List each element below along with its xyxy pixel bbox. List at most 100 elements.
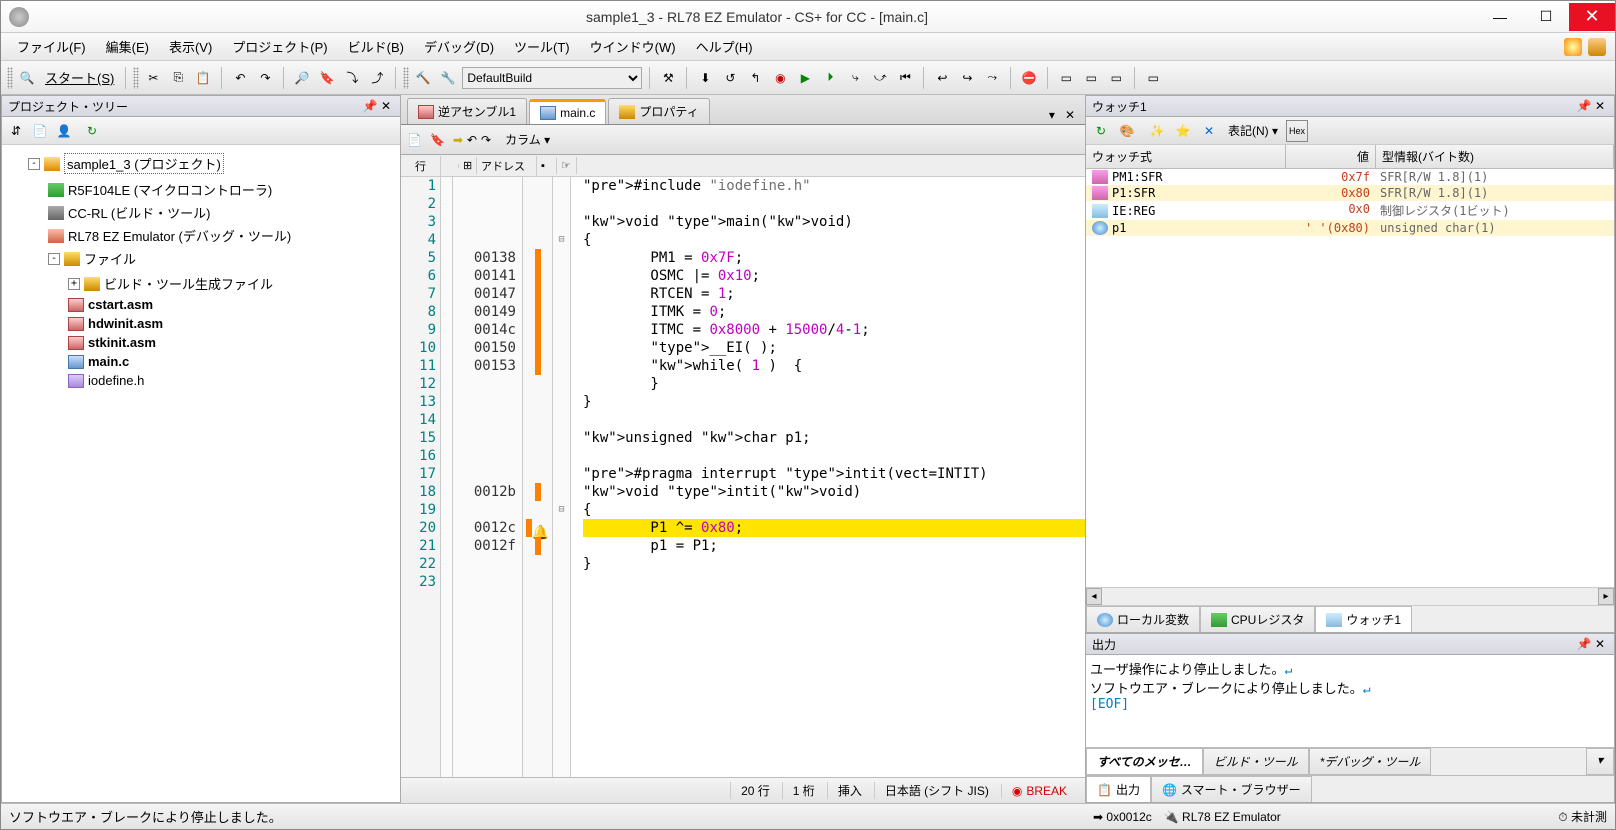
cut-icon[interactable]: ✂ [142, 67, 164, 89]
find-icon[interactable]: 🔎 [291, 67, 313, 89]
step-over2-icon[interactable]: ⤳ [981, 67, 1003, 89]
col-pointer-icon[interactable]: ☞ [557, 157, 577, 174]
tab-watch1[interactable]: ウォッチ1 [1315, 606, 1412, 632]
cpu-reset-icon[interactable]: ↺ [719, 67, 741, 89]
close-button[interactable]: ✕ [1569, 3, 1615, 31]
tab-mainc[interactable]: main.c [529, 99, 606, 124]
menu-edit[interactable]: 編集(E) [96, 33, 159, 60]
menu-window[interactable]: ウインドウ(W) [580, 33, 686, 60]
col-marker-icon[interactable]: ▪ [537, 158, 557, 174]
window3-icon[interactable]: ▭ [1105, 67, 1127, 89]
tree-hdwinit[interactable]: hdwinit.asm [88, 316, 163, 331]
pin-icon[interactable]: 📌 [1576, 99, 1592, 113]
watch-refresh-icon[interactable]: ↻ [1090, 120, 1112, 142]
editor-redo-icon[interactable]: ↷ [481, 133, 491, 147]
undo-icon[interactable]: ↶ [229, 67, 251, 89]
editor-undo-icon[interactable]: ↶ [467, 133, 477, 147]
expander-icon[interactable]: - [48, 253, 60, 265]
minimize-button[interactable]: — [1477, 3, 1523, 31]
editor-nav-icon[interactable]: 🔖 [430, 133, 445, 147]
tree-user-icon[interactable]: 👤 [54, 121, 74, 141]
tree-stkinit[interactable]: stkinit.asm [88, 335, 156, 350]
menu-project[interactable]: プロジェクト(P) [222, 33, 337, 60]
tree-gen[interactable]: ビルド・ツール生成ファイル [104, 274, 273, 293]
expander-icon[interactable]: - [28, 158, 40, 170]
tree-files[interactable]: ファイル [84, 249, 136, 268]
bookmark-next-icon[interactable]: ⤵ [341, 67, 363, 89]
menu-tool[interactable]: ツール(T) [504, 33, 580, 60]
tree-ccrl[interactable]: CC-RL (ビルド・ツール) [68, 203, 211, 222]
output-text[interactable]: ユーザ操作により停止しました。↵ ソフトウエア・ブレークにより停止しました。↵ … [1086, 655, 1614, 747]
tab-local-vars[interactable]: ローカル変数 [1086, 606, 1200, 632]
tree-cstart[interactable]: cstart.asm [88, 297, 153, 312]
download-icon[interactable]: ⬇ [694, 67, 716, 89]
rebuild-icon[interactable]: 🔧 [437, 67, 459, 89]
window4-icon[interactable]: ▭ [1142, 67, 1164, 89]
watch-row[interactable]: P1:SFR0x80SFR[R/W 1.8](1) [1086, 185, 1614, 201]
step-icon[interactable]: ↪ [956, 67, 978, 89]
watch-delete-icon[interactable]: ✕ [1198, 120, 1220, 142]
maximize-button[interactable]: ☐ [1523, 3, 1569, 31]
stop-icon[interactable]: ◉ [769, 67, 791, 89]
window2-icon[interactable]: ▭ [1080, 67, 1102, 89]
tree-mainc[interactable]: main.c [88, 354, 129, 369]
tab-property[interactable]: プロパティ [608, 98, 709, 124]
tab-disassemble[interactable]: 逆アセンブル1 [407, 98, 527, 124]
col-grid-icon[interactable]: ⊞ [459, 157, 477, 174]
subtab-output[interactable]: 📋 出力 [1086, 776, 1151, 802]
editor-copy-icon[interactable]: 📄 [407, 133, 422, 147]
output-tab-menu-icon[interactable]: ▾ [1586, 748, 1614, 775]
go-icon[interactable]: ▶ [794, 67, 816, 89]
expander-icon[interactable]: + [68, 278, 80, 290]
watch-hscroll[interactable]: ◂▸ [1086, 587, 1614, 605]
return-out-icon[interactable]: ↩ [931, 67, 953, 89]
menu-help[interactable]: ヘルプ(H) [686, 33, 763, 60]
build-config-select[interactable]: DefaultBuild [462, 67, 642, 89]
tree-root[interactable]: sample1_3 (プロジェクト) [64, 153, 224, 174]
tree-config-icon[interactable]: 📄 [30, 121, 50, 141]
code-editor[interactable]: 1234567891011121314151617181920212223001… [401, 177, 1085, 777]
column-menu[interactable]: カラム ▾ [499, 131, 556, 148]
editor-next-icon[interactable]: ➡ [453, 133, 463, 147]
breakpoint-toggle-icon[interactable]: ⛔ [1018, 67, 1040, 89]
close-icon[interactable]: ✕ [378, 99, 394, 113]
tree-mcu[interactable]: R5F104LE (マイクロコントローラ) [68, 180, 272, 199]
step-back-icon[interactable]: ↰ [744, 67, 766, 89]
tab-close-icon[interactable]: ✕ [1061, 106, 1079, 124]
pin-icon[interactable]: 📌 [1576, 637, 1592, 651]
start-button[interactable]: スタート(S) [41, 68, 118, 87]
watch-grid[interactable]: PM1:SFR0x7fSFR[R/W 1.8](1)P1:SFR0x80SFR[… [1086, 169, 1614, 587]
build-icon[interactable]: 🔨 [412, 67, 434, 89]
tab-cpu-register[interactable]: CPUレジスタ [1200, 606, 1315, 632]
toolbar-grip[interactable] [133, 67, 139, 89]
output-tab-debug[interactable]: *デバッグ・ツール [1309, 748, 1432, 775]
lock-icon[interactable] [1588, 38, 1606, 56]
output-tab-build[interactable]: ビルド・ツール [1203, 748, 1309, 775]
watch-row[interactable]: PM1:SFR0x7fSFR[R/W 1.8](1) [1086, 169, 1614, 185]
watch-star-icon[interactable]: ⭐ [1172, 120, 1194, 142]
subtab-browser[interactable]: 🌐 スマート・ブラウザー [1151, 776, 1312, 802]
output-tab-all[interactable]: すべてのメッセ… [1086, 748, 1203, 775]
help-icon[interactable] [1564, 38, 1582, 56]
tree-refresh-icon[interactable]: ↻ [82, 121, 102, 141]
watch-row[interactable]: IE:REG0x0制御レジスタ(1ビット) [1086, 201, 1614, 220]
menu-build[interactable]: ビルド(B) [338, 33, 414, 60]
pin-icon[interactable]: 📌 [362, 99, 378, 113]
menu-file[interactable]: ファイル(F) [7, 33, 96, 60]
tree-sort-icon[interactable]: ⇵ [6, 121, 26, 141]
step-in-icon[interactable]: ⤷ [844, 67, 866, 89]
menu-view[interactable]: 表示(V) [159, 33, 222, 60]
project-tree[interactable]: - sample1_3 (プロジェクト) R5F104LE (マイクロコントローラ… [2, 145, 400, 400]
watch-hex-icon[interactable]: Hex [1286, 120, 1308, 142]
toolbar-grip[interactable] [7, 67, 13, 89]
rewind-icon[interactable]: ⏮ [894, 67, 916, 89]
toolbar-grip[interactable] [403, 67, 409, 89]
watch-notation[interactable]: 表記(N) ▾ [1228, 122, 1278, 139]
step-over-icon[interactable]: ⤻ [869, 67, 891, 89]
watch-palette-icon[interactable]: 🎨 [1116, 120, 1138, 142]
close-icon[interactable]: ✕ [1592, 637, 1608, 651]
copy-icon[interactable]: ⎘ [167, 67, 189, 89]
bookmark-prev-icon[interactable]: ⤴ [366, 67, 388, 89]
ignore-break-go-icon[interactable]: ⏵ [819, 67, 841, 89]
close-icon[interactable]: ✕ [1592, 99, 1608, 113]
